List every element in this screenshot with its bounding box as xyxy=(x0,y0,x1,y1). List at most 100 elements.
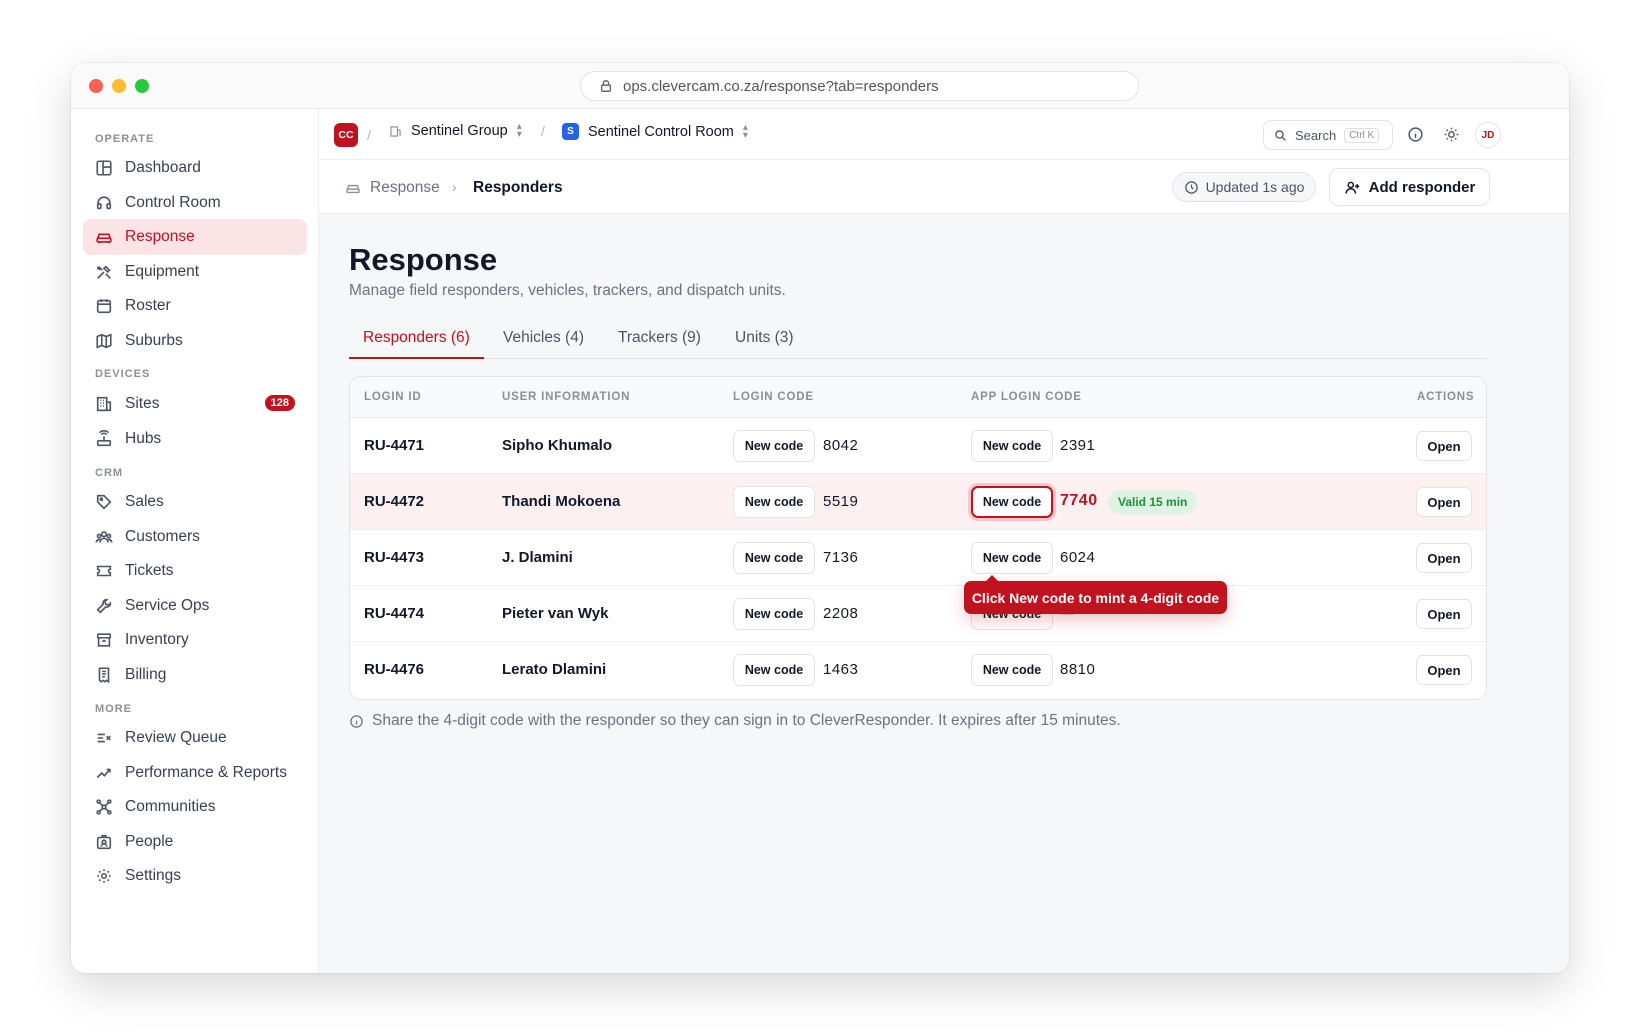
sidebar-item-hubs[interactable]: Hubs xyxy=(83,421,307,457)
tab-responders[interactable]: Responders (6) xyxy=(363,329,470,347)
sidebar-section-crm: CRM xyxy=(95,467,124,479)
sidebar-item-label: Customers xyxy=(125,528,200,545)
url-text: ops.clevercam.co.za/response?tab=respond… xyxy=(623,77,939,95)
sidebar-item-people[interactable]: People xyxy=(83,824,307,860)
column-header: USER INFORMATION xyxy=(502,391,631,403)
new-app-code-button[interactable]: New code xyxy=(971,542,1053,574)
updated-text: Updated 1s ago xyxy=(1205,179,1305,195)
headset-icon xyxy=(96,196,112,210)
sidebar-item-service-ops[interactable]: Service Ops xyxy=(83,588,307,624)
open-button[interactable]: Open xyxy=(1416,599,1472,629)
info-icon xyxy=(350,714,363,728)
sidebar-item-review-queue[interactable]: Review Queue xyxy=(83,720,307,756)
column-header: ACTIONS xyxy=(1417,391,1475,403)
sidebar-item-label: Response xyxy=(125,228,195,245)
footnote: Share the 4-digit code with the responde… xyxy=(349,712,1121,730)
building-icon xyxy=(390,125,401,137)
layout-icon xyxy=(96,160,112,176)
breadcrumb-parent[interactable]: Response xyxy=(370,179,440,197)
open-button[interactable]: Open xyxy=(1416,487,1472,517)
open-button[interactable]: Open xyxy=(1416,431,1472,461)
app-login-code: 2391 xyxy=(1060,437,1096,454)
login-id: RU-4473 xyxy=(364,549,425,566)
new-code-tooltip: Click New code to mint a 4-digit code xyxy=(964,575,1227,614)
updated-status: Updated 1s ago xyxy=(1172,172,1316,202)
new-login-code-button[interactable]: New code xyxy=(733,654,815,686)
login-code: 1463 xyxy=(823,661,859,678)
app-login-code: 7740 xyxy=(1060,492,1098,509)
sidebar-item-roster[interactable]: Roster xyxy=(83,288,307,324)
sidebar-item-equipment[interactable]: Equipment xyxy=(83,254,307,290)
sidebar-item-inventory[interactable]: Inventory xyxy=(83,622,307,658)
sun-icon xyxy=(1444,127,1458,141)
new-login-code-button[interactable]: New code xyxy=(733,542,815,574)
sidebar-item-label: Communities xyxy=(125,798,216,815)
new-login-code-button[interactable]: New code xyxy=(733,486,815,518)
new-app-code-button[interactable]: New code xyxy=(971,430,1053,462)
address-bar[interactable]: ops.clevercam.co.za/response?tab=respond… xyxy=(580,71,1139,101)
user-plus-icon xyxy=(1345,181,1359,194)
wrench-icon xyxy=(96,598,112,614)
separator: / xyxy=(367,127,371,143)
org-switcher[interactable]: Sentinel Group ▴ ▾ xyxy=(389,122,522,140)
close-window-button[interactable] xyxy=(89,79,103,93)
sidebar-item-tickets[interactable]: Tickets xyxy=(83,553,307,589)
validity-badge: Valid 15 min xyxy=(1108,490,1198,514)
browser-chrome: ops.clevercam.co.za/response?tab=respond… xyxy=(71,63,1569,109)
sidebar: OPERATE Dashboard Control Room Response … xyxy=(71,109,319,973)
user-name: Sipho Khumalo xyxy=(502,437,612,454)
new-app-code-button[interactable]: New code xyxy=(971,654,1053,686)
tab-bar: Responders (6) Vehicles (4) Trackers (9)… xyxy=(349,313,1487,359)
sidebar-item-label: Settings xyxy=(125,867,182,884)
theme-toggle-button[interactable] xyxy=(1441,124,1461,144)
sidebar-item-label: Sites xyxy=(125,395,160,412)
info-button[interactable] xyxy=(1405,124,1425,144)
sidebar-item-suburbs[interactable]: Suburbs xyxy=(83,323,307,359)
new-login-code-button[interactable]: New code xyxy=(733,598,815,630)
sidebar-item-settings[interactable]: Settings xyxy=(83,858,307,894)
sidebar-item-label: Control Room xyxy=(125,194,221,211)
add-responder-button[interactable]: Add responder xyxy=(1329,168,1490,206)
open-button[interactable]: Open xyxy=(1416,543,1472,573)
sidebar-item-label: Roster xyxy=(125,297,171,314)
table-row: RU-4472 Thandi Mokoena New code 5519 New… xyxy=(350,474,1486,530)
sidebar-item-communities[interactable]: Communities xyxy=(83,789,307,825)
sidebar-item-customers[interactable]: Customers xyxy=(83,519,307,555)
sidebar-item-control-room[interactable]: Control Room xyxy=(83,185,307,221)
breadcrumb: Response › Responders Updated 1s ago Add… xyxy=(319,160,1569,214)
sites-count-badge: 128 xyxy=(264,395,295,411)
open-button[interactable]: Open xyxy=(1416,655,1472,685)
table-row: RU-4471 Sipho Khumalo New code 8042 New … xyxy=(350,418,1486,474)
tab-trackers[interactable]: Trackers (9) xyxy=(618,329,701,347)
login-id: RU-4476 xyxy=(364,661,425,678)
app-login-code: 6024 xyxy=(1060,549,1096,566)
new-login-code-button[interactable]: New code xyxy=(733,430,815,462)
avatar[interactable]: JD xyxy=(1475,122,1501,148)
sidebar-item-dashboard[interactable]: Dashboard xyxy=(83,150,307,186)
sidebar-item-billing[interactable]: Billing xyxy=(83,657,307,693)
car-icon xyxy=(96,233,112,244)
table-row: RU-4474 Pieter van Wyk New code 2208 New… xyxy=(350,586,1486,642)
tab-vehicles[interactable]: Vehicles (4) xyxy=(503,329,584,347)
search-shortcut: Ctrl K xyxy=(1344,127,1380,143)
search-button[interactable]: Search Ctrl K xyxy=(1263,120,1393,150)
room-switcher[interactable]: S Sentinel Control Room ▴ ▾ xyxy=(562,122,748,140)
sidebar-item-sites[interactable]: Sites 128 xyxy=(83,386,307,422)
new-app-code-button[interactable]: New code xyxy=(971,486,1053,518)
sidebar-item-sales[interactable]: Sales xyxy=(83,484,307,520)
footnote-text: Share the 4-digit code with the responde… xyxy=(372,712,1121,729)
column-header: APP LOGIN CODE xyxy=(971,391,1082,403)
top-bar: CC / Sentinel Group ▴ ▾ / S Sentinel Cont… xyxy=(319,109,1569,160)
login-code: 2208 xyxy=(823,605,859,622)
sidebar-item-response[interactable]: Response xyxy=(83,219,307,255)
sidebar-item-performance-reports[interactable]: Performance & Reports xyxy=(83,755,307,791)
sidebar-section-operate: OPERATE xyxy=(95,133,155,145)
user-name: Pieter van Wyk xyxy=(502,605,609,622)
sidebar-item-label: Equipment xyxy=(125,263,200,280)
sidebar-item-label: Hubs xyxy=(125,430,162,447)
maximize-window-button[interactable] xyxy=(135,79,149,93)
minimize-window-button[interactable] xyxy=(112,79,126,93)
tools-icon xyxy=(96,265,111,279)
tab-units[interactable]: Units (3) xyxy=(735,329,794,347)
car-icon xyxy=(346,184,360,194)
